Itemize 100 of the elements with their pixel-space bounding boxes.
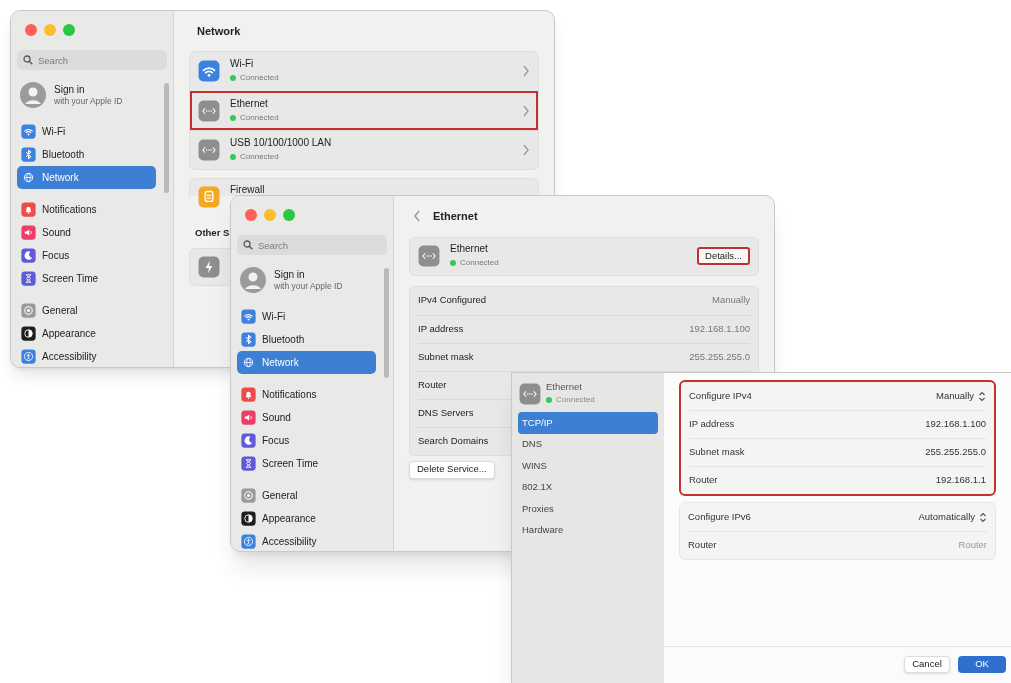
- accessibility-icon: [241, 534, 256, 549]
- accessibility-icon: [21, 349, 36, 364]
- setting-label: IP address: [418, 321, 464, 336]
- sidebar-item[interactable]: Focus: [17, 244, 156, 267]
- sidebar-item[interactable]: Screen Time: [17, 267, 156, 290]
- sidebar-item[interactable]: Wi-Fi: [17, 120, 156, 143]
- sidebar-item[interactable]: Network: [17, 166, 156, 189]
- sidebar-item[interactable]: Appearance: [237, 507, 376, 530]
- sidebar-item[interactable]: Bluetooth: [237, 328, 376, 351]
- setting-value: 192.168.1.100: [689, 321, 750, 336]
- scrollbar[interactable]: [384, 268, 389, 378]
- router-field[interactable]: Router: [867, 538, 987, 553]
- chevron-right-icon: [522, 143, 530, 156]
- sidebar-tab[interactable]: Hardware: [518, 519, 658, 541]
- delete-service-button[interactable]: Delete Service...: [409, 460, 495, 479]
- sidebar-item[interactable]: Focus: [237, 429, 376, 452]
- popup-value: Automatically: [918, 509, 975, 524]
- gear-icon: [21, 303, 36, 318]
- setting-label: IPv4 Configured: [418, 293, 487, 308]
- search-icon: [23, 55, 33, 65]
- minimize-button[interactable]: [264, 209, 276, 221]
- setting-label: Router: [688, 538, 717, 553]
- sidebar-item[interactable]: Screen Time: [237, 452, 376, 475]
- zoom-button[interactable]: [63, 24, 75, 36]
- close-button[interactable]: [25, 24, 37, 36]
- bluetooth-icon: [21, 147, 36, 162]
- wifi-icon: [198, 60, 220, 82]
- search-field[interactable]: Search: [237, 235, 387, 255]
- sidebar-tab[interactable]: 802.1X: [518, 476, 658, 498]
- hourglass-icon: [241, 456, 256, 471]
- scrollbar[interactable]: [164, 83, 169, 193]
- sidebar-item[interactable]: Sound: [237, 406, 376, 429]
- sidebar-item[interactable]: Appearance: [17, 322, 156, 345]
- ethernet-icon: [198, 138, 220, 161]
- setting-label: Subnet mask: [418, 349, 474, 364]
- sidebar-item[interactable]: Accessibility: [237, 530, 376, 551]
- back-button[interactable]: [413, 210, 421, 223]
- sidebar-item[interactable]: Bluetooth: [17, 143, 156, 166]
- sidebar-item[interactable]: Notifications: [17, 198, 156, 221]
- setting-label: Configure IPv4: [689, 388, 752, 403]
- gear-icon: [241, 488, 256, 503]
- avatar-icon: [240, 267, 266, 293]
- service-name: Wi-Fi: [230, 58, 255, 70]
- ethernet-icon: [418, 245, 440, 267]
- ethernet-icon: [198, 99, 220, 122]
- status-dot-icon: [230, 114, 236, 121]
- close-button[interactable]: [245, 209, 257, 221]
- popup-menu[interactable]: Automatically: [918, 509, 987, 525]
- sidebar-tab[interactable]: TCP/IP: [518, 412, 658, 434]
- sidebar-item[interactable]: Notifications: [237, 383, 376, 406]
- stepper-icon: [978, 390, 986, 402]
- firewall-row[interactable]: Firewall: [189, 177, 539, 196]
- setting-label: IP address: [689, 417, 735, 432]
- details-button[interactable]: Details...: [697, 247, 750, 265]
- chevron-right-icon: [522, 104, 530, 117]
- moon-icon: [21, 248, 36, 263]
- popup-value: Manually: [935, 388, 974, 403]
- setting-value: Manually: [711, 293, 750, 308]
- globe-icon: [241, 355, 256, 370]
- chevron-right-icon: [522, 65, 530, 77]
- contrast-icon: [241, 511, 256, 526]
- wifi-icon: [241, 309, 256, 324]
- sidebar-item[interactable]: General: [237, 484, 376, 507]
- account-title: Sign in: [274, 268, 306, 281]
- account-subtitle: with your Apple ID: [54, 95, 123, 107]
- service-name: Ethernet: [230, 97, 269, 110]
- search-field[interactable]: Search: [17, 50, 167, 70]
- sidebar-tab[interactable]: DNS: [518, 433, 658, 455]
- service-name: USB 10/100/1000 LAN: [230, 136, 333, 149]
- setting-label: Router: [689, 473, 718, 488]
- sidebar-tab[interactable]: Proxies: [518, 498, 658, 520]
- zoom-button[interactable]: [283, 209, 295, 221]
- speaker-icon: [241, 410, 256, 425]
- ethernet-icon: [519, 382, 541, 405]
- service-row[interactable]: Wi-Fi Connected: [190, 51, 538, 91]
- moon-icon: [241, 433, 256, 448]
- popup-menu[interactable]: Manually: [935, 388, 986, 404]
- service-row[interactable]: USB 10/100/1000 LAN Connected: [190, 129, 538, 169]
- account-subtitle: with your Apple ID: [274, 280, 343, 292]
- sidebar-item[interactable]: General: [17, 299, 156, 322]
- service-name: Ethernet: [450, 243, 489, 255]
- setting-value: 192.168.1.1: [935, 473, 986, 488]
- sidebar-item[interactable]: Network: [237, 351, 376, 374]
- sidebar-item[interactable]: Accessibility: [17, 345, 156, 367]
- globe-icon: [21, 170, 36, 185]
- status-text: Connected: [240, 150, 279, 163]
- minimize-button[interactable]: [44, 24, 56, 36]
- ok-button[interactable]: OK: [958, 655, 1006, 673]
- hourglass-icon: [21, 271, 36, 286]
- setting-value: 192.168.1.100: [925, 417, 986, 432]
- status-dot-icon: [230, 153, 236, 160]
- sidebar-item[interactable]: Wi-Fi: [237, 305, 376, 328]
- service-row[interactable]: Ethernet Connected: [190, 90, 538, 130]
- sidebar-item[interactable]: Sound: [17, 221, 156, 244]
- setting-label: Configure IPv6: [688, 509, 751, 524]
- wifi-icon: [21, 124, 36, 139]
- status-text: Connected: [556, 394, 595, 406]
- contrast-icon: [21, 326, 36, 341]
- sidebar-tab[interactable]: WINS: [518, 455, 658, 477]
- cancel-button[interactable]: Cancel: [904, 655, 950, 673]
